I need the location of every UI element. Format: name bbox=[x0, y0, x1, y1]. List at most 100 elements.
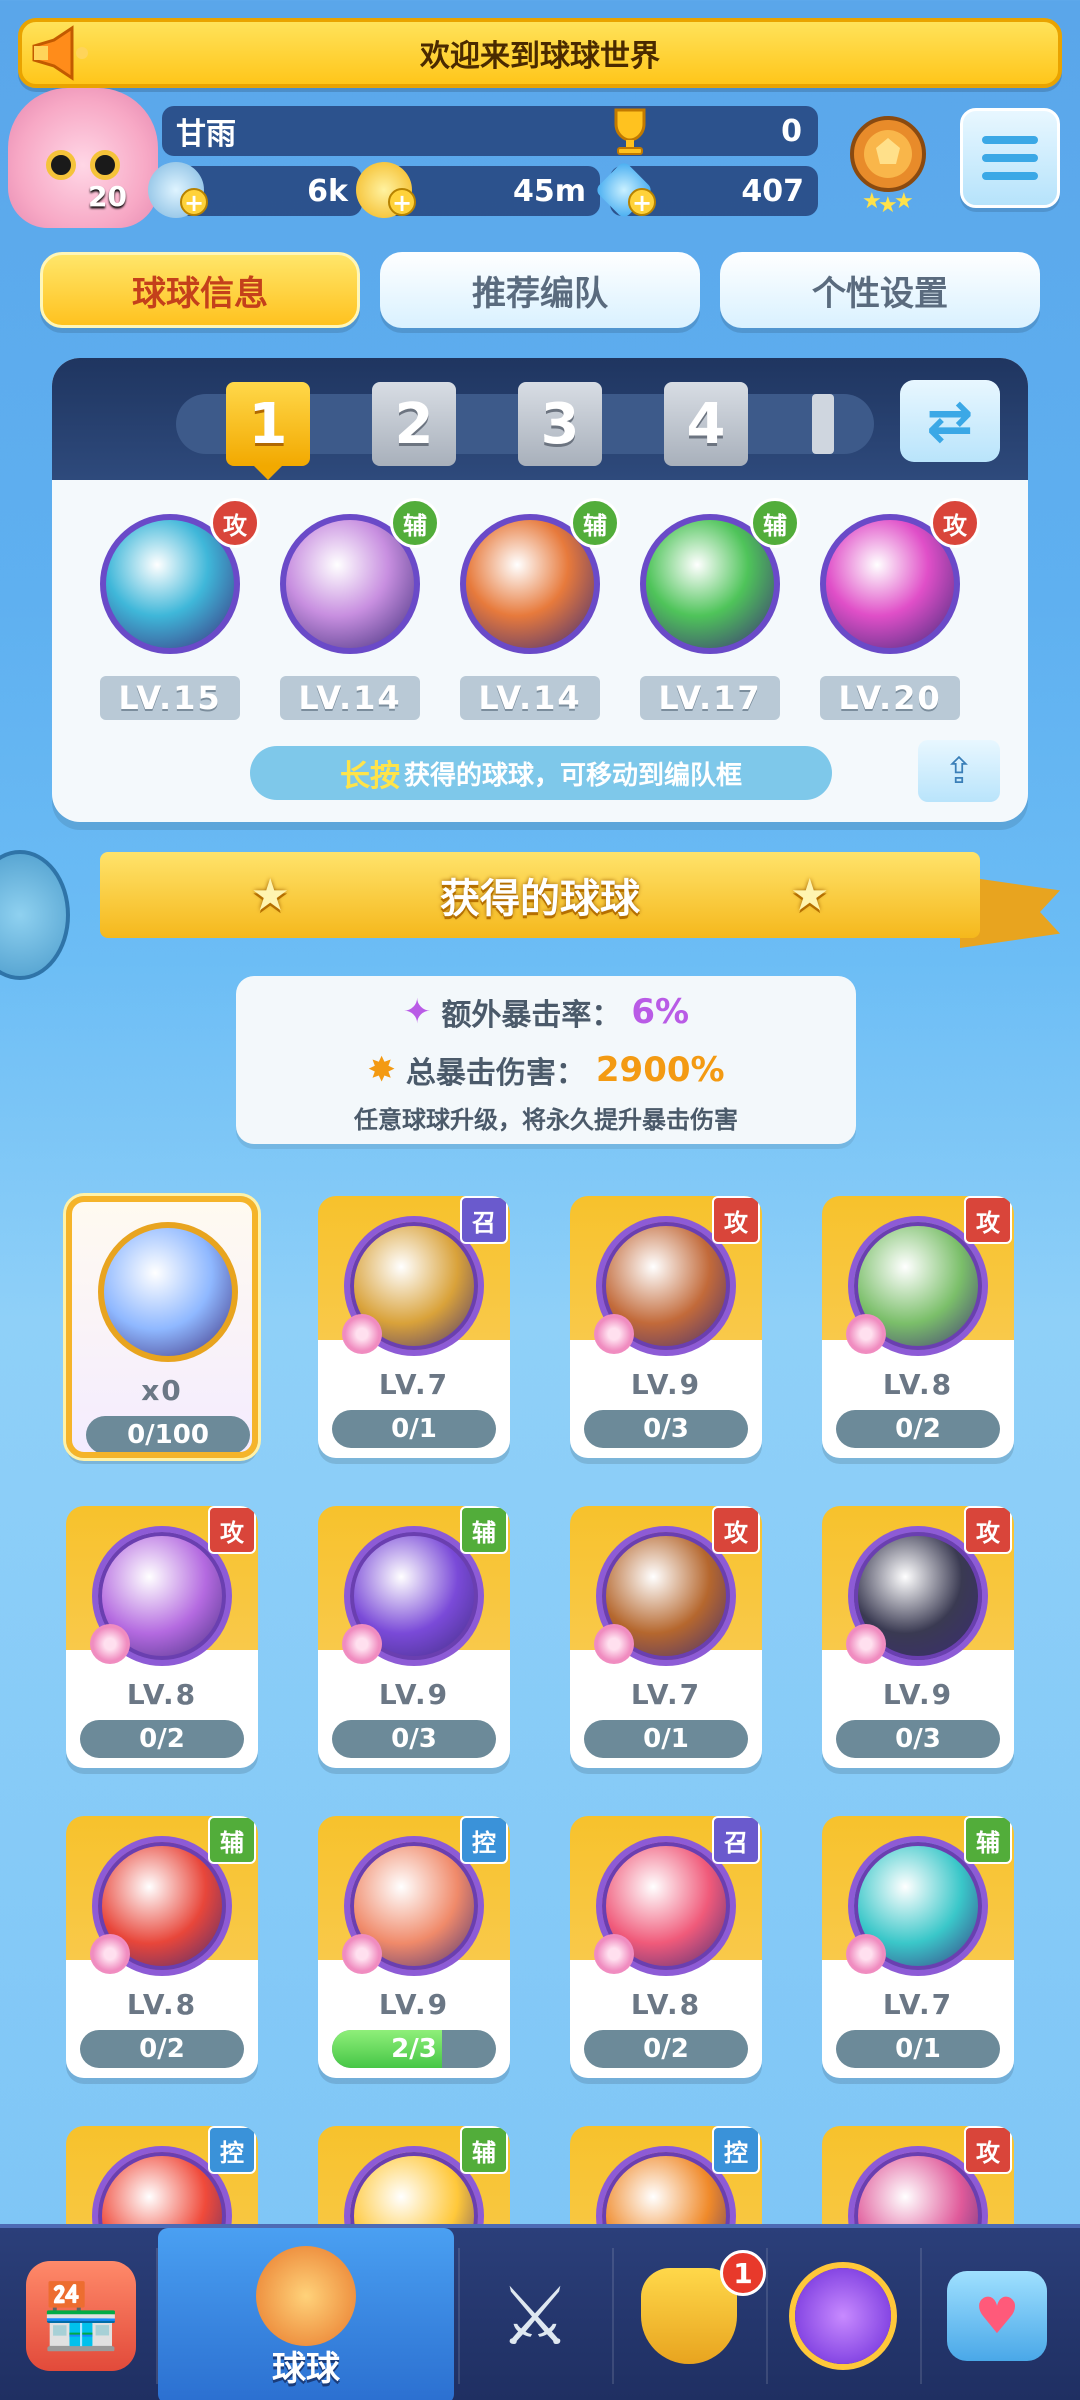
progress-text: 0/3 bbox=[391, 1724, 437, 1754]
team-slot-1[interactable]: 1 bbox=[226, 382, 310, 466]
shard-count: x0 bbox=[141, 1374, 183, 1407]
progress-text: 0/100 bbox=[127, 1420, 209, 1450]
ball-card[interactable]: 攻 LV.8 0/2 bbox=[822, 1196, 1014, 1458]
active-slot-pointer bbox=[254, 466, 282, 480]
swap-icon[interactable]: ⇄ bbox=[900, 380, 1000, 462]
role-tag: 辅 bbox=[964, 1816, 1012, 1864]
ball-card[interactable]: 攻 LV.9 0/3 bbox=[570, 1196, 762, 1458]
flower-icon bbox=[342, 1314, 382, 1354]
nav-planet[interactable] bbox=[768, 2228, 918, 2400]
role-tag: 攻 bbox=[964, 1196, 1012, 1244]
share-icon[interactable]: ⇪ bbox=[918, 740, 1000, 802]
avatar bbox=[8, 88, 158, 228]
role-badge: 攻 bbox=[210, 498, 260, 548]
universal-shard-card[interactable]: x0 0/100 bbox=[66, 1196, 258, 1458]
ball-card[interactable]: 攻 LV.7 0/1 bbox=[570, 1506, 762, 1768]
team-ball-level: LV.14 bbox=[460, 676, 600, 720]
crit-rate-label: 额外暴击率： bbox=[441, 998, 622, 1033]
ball-level: LV.8 bbox=[630, 1988, 702, 2021]
role-badge: 辅 bbox=[570, 498, 620, 548]
nav-balls[interactable]: 球球 bbox=[158, 2228, 454, 2400]
shop-icon: 🏪 bbox=[26, 2261, 136, 2371]
bottom-nav: 🏪 球球 ⚔ 1 ♥ bbox=[0, 2224, 1080, 2400]
energy-resource[interactable]: + 6k bbox=[148, 162, 362, 218]
flower-icon bbox=[90, 1624, 130, 1664]
crit-rate-icon: ✦ bbox=[402, 992, 432, 1032]
team-slot-2[interactable]: 2 bbox=[372, 382, 456, 466]
ball-level: LV.7 bbox=[882, 1988, 954, 2021]
tab-ball-info[interactable]: 球球信息 bbox=[40, 252, 360, 328]
ball-level: LV.7 bbox=[378, 1368, 450, 1401]
nav-tasks[interactable]: 1 bbox=[614, 2228, 766, 2400]
player-name: 甘雨 bbox=[176, 117, 236, 152]
progress-text: 0/2 bbox=[643, 2034, 689, 2064]
role-tag: 控 bbox=[208, 2126, 256, 2174]
role-tag: 攻 bbox=[208, 1506, 256, 1554]
diamond-resource[interactable]: + 407 bbox=[594, 160, 818, 220]
tab-personal-settings[interactable]: 个性设置 bbox=[720, 252, 1040, 328]
upgrade-progress: 0/2 bbox=[80, 1720, 244, 1758]
progress-text: 0/1 bbox=[643, 1724, 689, 1754]
flower-icon bbox=[594, 1624, 634, 1664]
ball-card[interactable]: 辅 LV.9 0/3 bbox=[318, 1506, 510, 1768]
ball-card[interactable]: 控 LV.9 2/3 bbox=[318, 1816, 510, 2078]
ball-card[interactable]: 召 LV.7 0/1 bbox=[318, 1196, 510, 1458]
tab-recommended-team[interactable]: 推荐编队 bbox=[380, 252, 700, 328]
progress-text: 0/1 bbox=[391, 1414, 437, 1444]
ball-jar-icon bbox=[256, 2246, 356, 2346]
ball-card[interactable]: 攻 LV.8 0/2 bbox=[66, 1506, 258, 1768]
ball-card[interactable]: 辅 LV.7 0/1 bbox=[822, 1816, 1014, 2078]
team-ball-level: LV.14 bbox=[280, 676, 420, 720]
ball-card[interactable]: 攻 LV.9 0/3 bbox=[822, 1506, 1014, 1768]
crit-damage-value: 2900% bbox=[595, 1050, 725, 1090]
menu-icon bbox=[982, 136, 1038, 144]
team-slot-5-partial[interactable] bbox=[812, 394, 834, 454]
role-tag: 攻 bbox=[712, 1196, 760, 1244]
menu-button[interactable] bbox=[960, 108, 1060, 208]
chat-heart-icon: ♥ bbox=[947, 2271, 1047, 2361]
side-fish-button[interactable] bbox=[0, 850, 70, 980]
announcement-banner[interactable]: 欢迎来到球球世界 bbox=[18, 18, 1062, 88]
ball-level: LV.9 bbox=[630, 1368, 702, 1401]
role-tag: 控 bbox=[712, 2126, 760, 2174]
ball-level: LV.8 bbox=[126, 1988, 198, 2021]
role-tag: 召 bbox=[460, 1196, 508, 1244]
team-slot-4[interactable]: 4 bbox=[664, 382, 748, 466]
rank-medal-icon[interactable]: ★ ★ ★ bbox=[840, 108, 936, 218]
nav-battle[interactable]: ⚔ bbox=[460, 2228, 610, 2400]
trophy-count: 0 bbox=[781, 113, 802, 149]
flower-icon bbox=[90, 1934, 130, 1974]
progress-text: 0/2 bbox=[895, 1414, 941, 1444]
planet-icon bbox=[795, 2268, 891, 2364]
team-slot-3[interactable]: 3 bbox=[518, 382, 602, 466]
ball-level: LV.9 bbox=[378, 1988, 450, 2021]
role-badge: 辅 bbox=[750, 498, 800, 548]
crit-damage-icon: ✸ bbox=[367, 1050, 396, 1090]
team-ball-level: LV.20 bbox=[820, 676, 960, 720]
ball-card[interactable]: 辅 LV.8 0/2 bbox=[66, 1816, 258, 2078]
upgrade-progress: 0/100 bbox=[86, 1416, 250, 1452]
ball-card[interactable]: 召 LV.8 0/2 bbox=[570, 1816, 762, 2078]
add-energy-button[interactable]: + bbox=[180, 188, 208, 216]
upgrade-progress: 0/3 bbox=[836, 1720, 1000, 1758]
role-badge: 辅 bbox=[390, 498, 440, 548]
flower-icon bbox=[594, 1314, 634, 1354]
flower-icon bbox=[846, 1934, 886, 1974]
nav-social[interactable]: ♥ bbox=[922, 2228, 1072, 2400]
role-tag: 攻 bbox=[964, 2126, 1012, 2174]
progress-text: 0/3 bbox=[643, 1414, 689, 1444]
hint-highlight: 长按 bbox=[339, 759, 400, 794]
trophy-icon bbox=[602, 102, 658, 158]
add-coin-button[interactable]: + bbox=[388, 188, 416, 216]
add-diamond-button[interactable]: + bbox=[628, 188, 656, 216]
coin-resource[interactable]: + 45m bbox=[356, 162, 600, 218]
flower-icon bbox=[342, 1934, 382, 1974]
upgrade-progress: 2/3 bbox=[332, 2030, 496, 2068]
team-ball-level: LV.15 bbox=[100, 676, 240, 720]
player-name-bar: 甘雨 0 bbox=[162, 106, 818, 156]
progress-text: 0/3 bbox=[895, 1724, 941, 1754]
notification-badge: 1 bbox=[720, 2250, 766, 2296]
ball-level: LV.8 bbox=[882, 1368, 954, 1401]
nav-shop[interactable]: 🏪 bbox=[8, 2228, 154, 2400]
role-tag: 辅 bbox=[460, 2126, 508, 2174]
